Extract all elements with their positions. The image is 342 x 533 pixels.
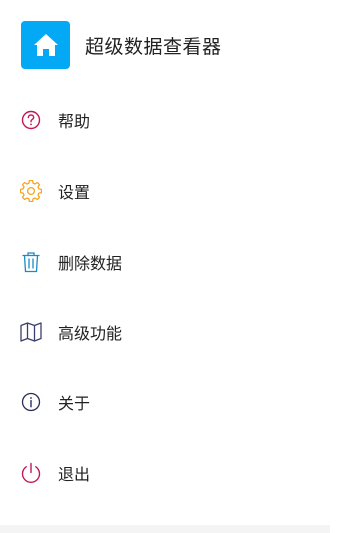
drawer-header[interactable]: 超级数据查看器 — [21, 21, 222, 69]
trash-icon — [20, 251, 42, 273]
info-circle-icon — [20, 391, 42, 413]
app-logo — [21, 21, 70, 69]
menu-item-label: 帮助 — [58, 112, 91, 131]
menu-item-advanced[interactable]: 高级功能 — [0, 306, 330, 358]
drawer-bottom-edge — [0, 525, 330, 533]
map-icon — [20, 321, 42, 343]
navigation-drawer: 超级数据查看器 帮助 设置 删除数据 高级功能 关于 退出 — [0, 0, 330, 525]
help-circle-icon — [20, 109, 42, 131]
menu-item-exit[interactable]: 退出 — [0, 447, 330, 499]
gear-icon — [20, 180, 42, 202]
power-icon — [20, 462, 42, 484]
menu-item-settings[interactable]: 设置 — [0, 165, 330, 217]
menu-item-label: 删除数据 — [58, 254, 123, 273]
menu-item-label: 高级功能 — [58, 324, 123, 343]
menu-item-label: 设置 — [58, 183, 91, 202]
home-icon — [33, 34, 58, 56]
menu-item-label: 关于 — [58, 394, 91, 413]
menu-item-label: 退出 — [58, 465, 91, 484]
menu-item-about[interactable]: 关于 — [0, 376, 330, 428]
menu-item-delete-data[interactable]: 删除数据 — [0, 236, 330, 288]
app-title: 超级数据查看器 — [85, 35, 222, 58]
menu-item-help[interactable]: 帮助 — [0, 94, 330, 146]
